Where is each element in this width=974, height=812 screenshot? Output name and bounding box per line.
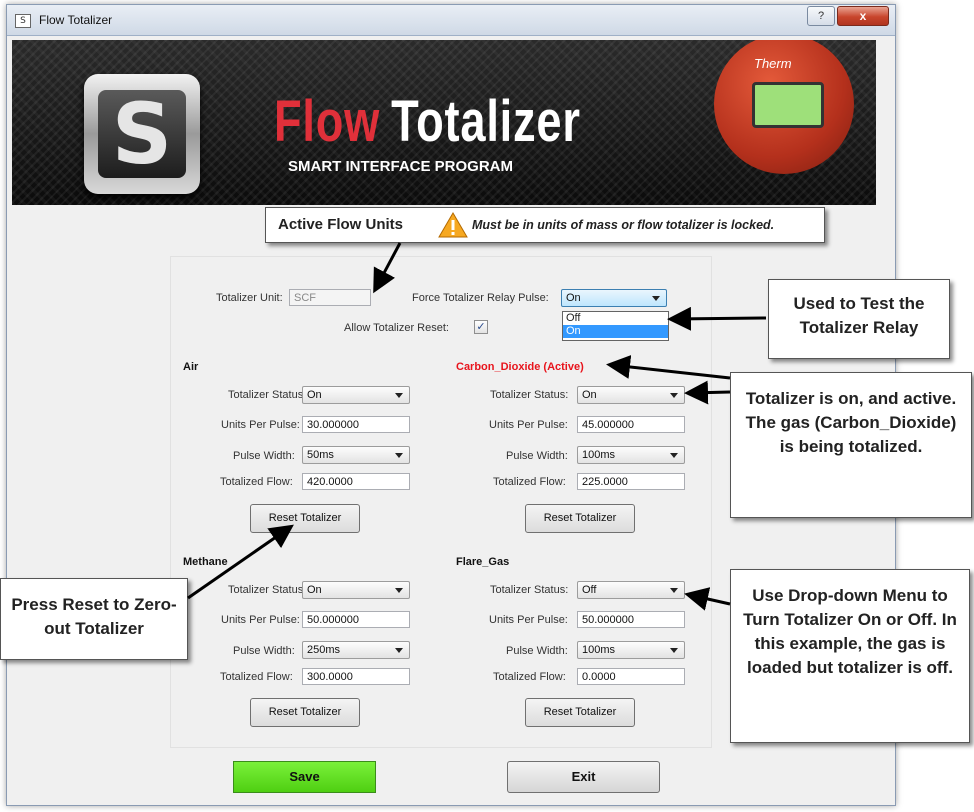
pulse-width-label: Pulse Width: (233, 450, 295, 462)
co2-reset-totalizer-button[interactable]: Reset Totalizer (525, 504, 635, 533)
totalizer-unit-field[interactable]: SCF (289, 289, 371, 306)
banner-title-flow: Flow (274, 89, 381, 154)
chevron-down-icon (670, 648, 678, 653)
units-per-pulse-label: Units Per Pulse: (221, 614, 300, 626)
flare-gas-status-dropdown[interactable]: Off (577, 581, 685, 599)
methane-reset-totalizer-button[interactable]: Reset Totalizer (250, 698, 360, 727)
flare-gas-units-per-pulse-field[interactable]: 50.000000 (577, 611, 685, 628)
logo-icon: S (84, 74, 200, 194)
banner-subtitle: SMART INTERFACE PROGRAM (288, 158, 513, 175)
flow-meter-device-icon: Therm (714, 40, 854, 174)
chevron-down-icon (395, 393, 403, 398)
methane-totalized-flow-field[interactable]: 300.0000 (302, 668, 410, 685)
co2-totalized-flow-field[interactable]: 225.0000 (577, 473, 685, 490)
dropdown-callout: Use Drop-down Menu to Turn Totalizer On … (730, 569, 970, 743)
chevron-down-icon (670, 453, 678, 458)
chevron-down-icon (670, 588, 678, 593)
active-flow-units-warning: Must be in units of mass or flow totaliz… (472, 218, 775, 232)
gas-title-flare-gas: Flare_Gas (456, 556, 510, 568)
app-icon: S (15, 14, 31, 28)
flare-gas-totalized-flow-field[interactable]: 0.0000 (577, 668, 685, 685)
active-gas-callout: Totalizer is on, and active. The gas (Ca… (730, 372, 972, 518)
flare-gas-reset-totalizer-button[interactable]: Reset Totalizer (525, 698, 635, 727)
banner-title-totalizer: Totalizer (391, 89, 581, 154)
banner-title: Flow Totalizer (274, 88, 581, 155)
device-brand: Therm (754, 56, 792, 71)
status-label: Totalizer Status: (490, 389, 569, 401)
methane-status-dropdown[interactable]: On (302, 581, 410, 599)
chevron-down-icon (670, 393, 678, 398)
air-status-dropdown[interactable]: On (302, 386, 410, 404)
pulse-width-label: Pulse Width: (233, 645, 295, 657)
relay-pulse-value: On (566, 292, 581, 304)
totalized-flow-label: Totalized Flow: (493, 671, 566, 683)
device-screen (752, 82, 824, 128)
active-flow-units-callout: Active Flow Units Must be in units of ma… (265, 207, 825, 243)
co2-pulse-width-dropdown[interactable]: 100ms (577, 446, 685, 464)
chevron-down-icon (652, 296, 660, 301)
methane-status-value: On (307, 584, 322, 596)
pulse-width-label: Pulse Width: (506, 450, 568, 462)
flare-gas-pulse-width-dropdown[interactable]: 100ms (577, 641, 685, 659)
relay-pulse-dropdown[interactable]: On (561, 289, 667, 307)
gas-title-air: Air (183, 361, 199, 373)
reset-callout: Press Reset to Zero-out Totalizer (0, 578, 188, 660)
relay-pulse-options-list[interactable]: Off On (562, 311, 669, 341)
methane-pulse-width-dropdown[interactable]: 250ms (302, 641, 410, 659)
air-reset-totalizer-button[interactable]: Reset Totalizer (250, 504, 360, 533)
pulse-width-label: Pulse Width: (506, 645, 568, 657)
active-flow-units-heading: Active Flow Units (278, 216, 404, 233)
window-title: Flow Totalizer (39, 13, 113, 27)
co2-status-dropdown[interactable]: On (577, 386, 685, 404)
title-bar: S Flow Totalizer ? x (7, 5, 895, 36)
status-label: Totalizer Status: (228, 389, 307, 401)
methane-pulse-width-value: 250ms (307, 644, 341, 656)
totalized-flow-label: Totalized Flow: (220, 671, 293, 683)
warning-icon (438, 212, 468, 238)
units-per-pulse-label: Units Per Pulse: (221, 419, 300, 431)
air-pulse-width-value: 50ms (307, 449, 334, 461)
co2-pulse-width-value: 100ms (582, 449, 616, 461)
methane-units-per-pulse-field[interactable]: 50.000000 (302, 611, 410, 628)
allow-reset-checkbox[interactable]: ✓ (474, 320, 488, 334)
chevron-down-icon (395, 588, 403, 593)
status-label: Totalizer Status: (228, 584, 307, 596)
air-totalized-flow-field[interactable]: 420.0000 (302, 473, 410, 490)
co2-units-per-pulse-field[interactable]: 45.000000 (577, 416, 685, 433)
chevron-down-icon (395, 453, 403, 458)
co2-status-value: On (582, 389, 597, 401)
allow-reset-label: Allow Totalizer Reset: (344, 322, 449, 334)
status-label: Totalizer Status: (490, 584, 569, 596)
totalizer-unit-label: Totalizer Unit: (216, 292, 283, 304)
header-banner: S Flow Totalizer SMART INTERFACE PROGRAM … (12, 40, 876, 205)
air-pulse-width-dropdown[interactable]: 50ms (302, 446, 410, 464)
units-per-pulse-label: Units Per Pulse: (489, 614, 568, 626)
totalized-flow-label: Totalized Flow: (220, 476, 293, 488)
flare-gas-pulse-width-value: 100ms (582, 644, 616, 656)
relay-pulse-label: Force Totalizer Relay Pulse: (412, 292, 549, 304)
relay-test-callout: Used to Test the Totalizer Relay (768, 279, 950, 359)
relay-pulse-option-on[interactable]: On (563, 325, 668, 338)
help-button[interactable]: ? (807, 6, 835, 26)
close-button[interactable]: x (837, 6, 889, 26)
units-per-pulse-label: Units Per Pulse: (489, 419, 568, 431)
gas-title-methane: Methane (183, 556, 228, 568)
air-units-per-pulse-field[interactable]: 30.000000 (302, 416, 410, 433)
save-button[interactable]: Save (233, 761, 376, 793)
air-status-value: On (307, 389, 322, 401)
relay-pulse-option-off[interactable]: Off (563, 312, 668, 325)
totalized-flow-label: Totalized Flow: (493, 476, 566, 488)
chevron-down-icon (395, 648, 403, 653)
flare-gas-status-value: Off (582, 584, 597, 596)
exit-button[interactable]: Exit (507, 761, 660, 793)
gas-title-carbon-dioxide: Carbon_Dioxide (Active) (456, 361, 584, 373)
